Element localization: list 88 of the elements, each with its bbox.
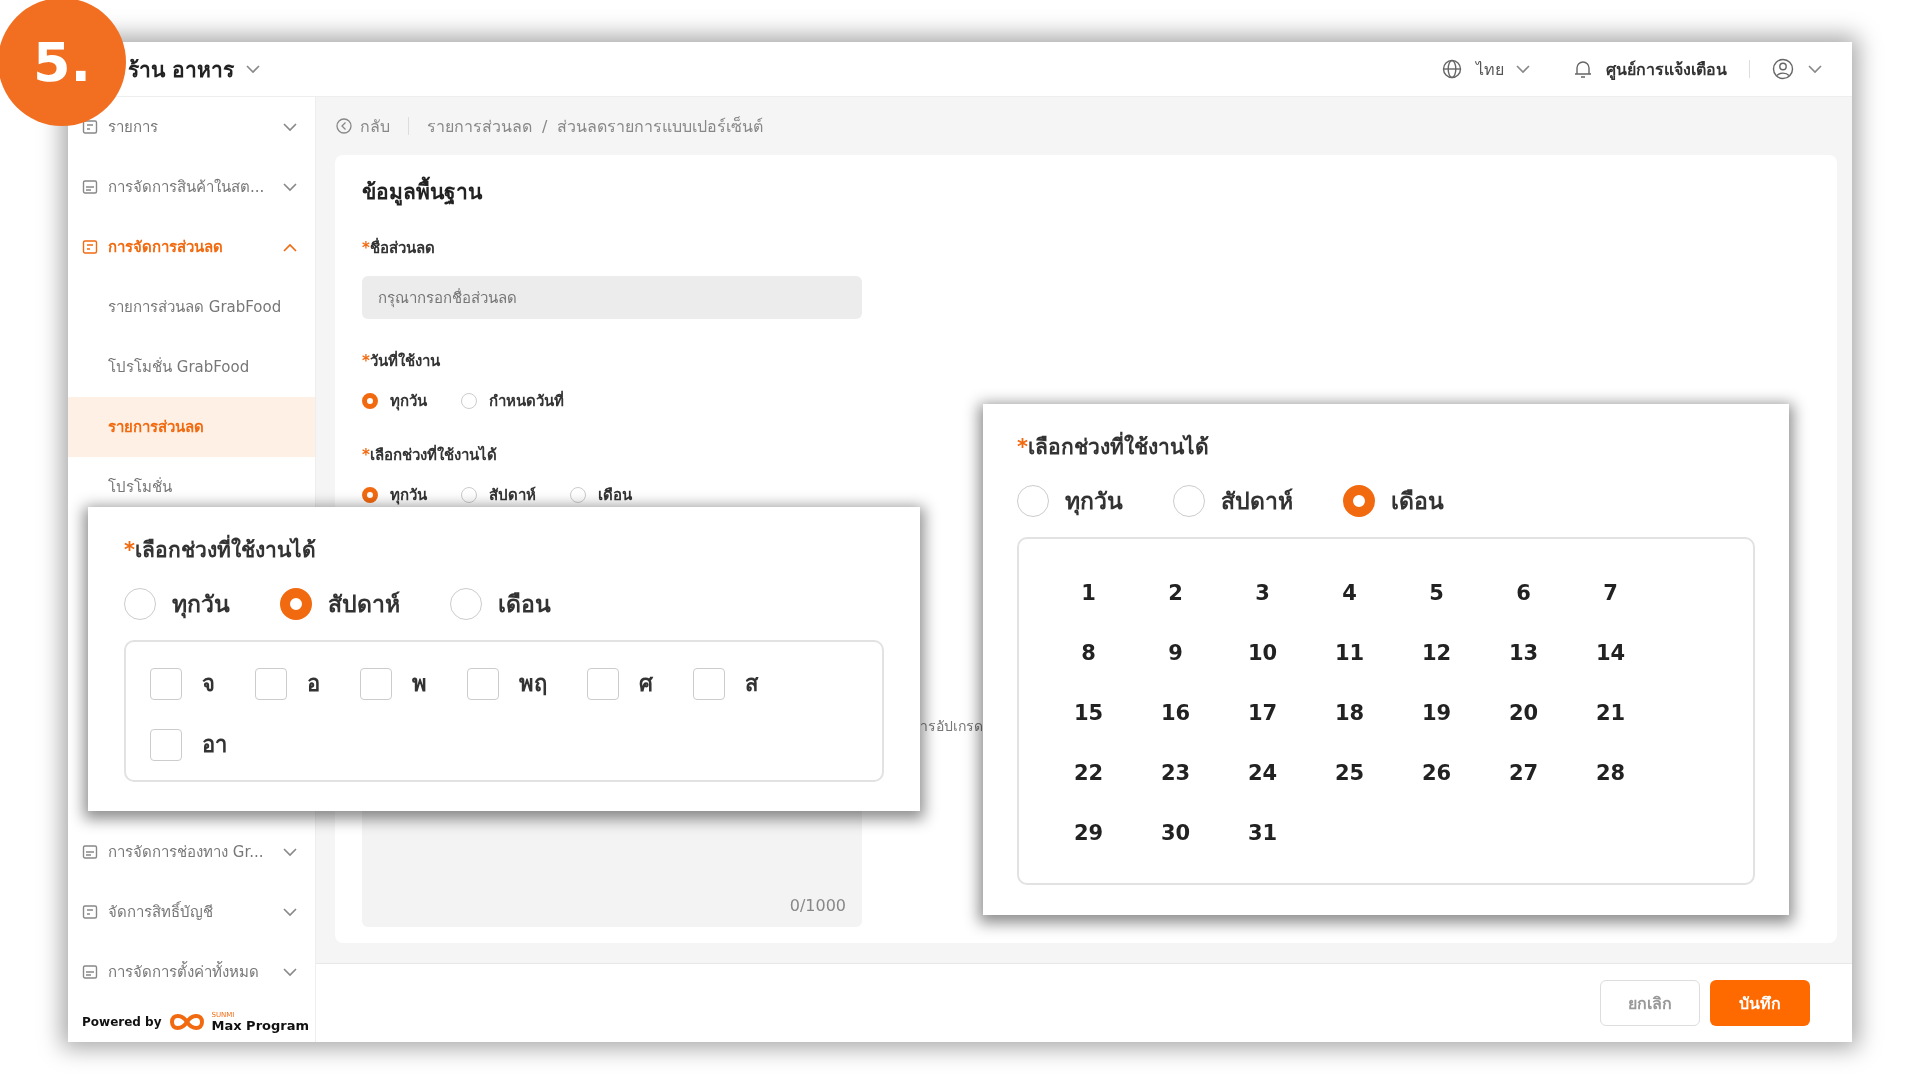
radio-option[interactable]: สัปดาห์ <box>280 586 400 622</box>
date-option[interactable]: 22 <box>1073 761 1104 785</box>
radio-option[interactable]: เดือน <box>570 483 632 507</box>
weekday-checkbox[interactable]: อ <box>255 666 320 701</box>
date-option[interactable]: 28 <box>1595 761 1626 785</box>
logo-icon <box>167 1012 206 1032</box>
powered-by-text: Powered by <box>82 1015 162 1029</box>
store-selector[interactable]: ร้าน อาหาร <box>128 52 261 86</box>
menu-item-icon <box>82 239 98 255</box>
back-icon <box>336 118 352 134</box>
sidebar-subitem[interactable]: รายการส่วนลด GrabFood <box>68 277 315 337</box>
menu-item-icon <box>82 119 98 135</box>
date-option[interactable]: 24 <box>1247 761 1278 785</box>
notification-center-link[interactable]: ศูนย์การแจ้งเตือน <box>1606 56 1727 82</box>
menu-item-icon <box>82 179 98 195</box>
sidebar-item[interactable]: การจัดการตั้งค่าทั้งหมด <box>68 942 315 1002</box>
date-option[interactable]: 16 <box>1160 701 1191 725</box>
radio-option[interactable]: ทุกวัน <box>124 586 230 622</box>
chevron-down-icon <box>283 847 297 857</box>
date-option[interactable]: 6 <box>1516 581 1531 605</box>
field-label: *เลือกช่วงที่ใช้งานได้ <box>124 533 884 566</box>
hint-text: ารอัปเกรด <box>920 717 983 736</box>
date-option[interactable]: 1 <box>1081 581 1096 605</box>
date-option[interactable]: 20 <box>1508 701 1539 725</box>
date-option[interactable]: 2 <box>1168 581 1183 605</box>
date-option[interactable]: 25 <box>1334 761 1365 785</box>
date-option[interactable]: 11 <box>1334 641 1365 665</box>
chevron-up-icon <box>283 242 297 252</box>
section-title: ข้อมูลพื้นฐาน <box>362 175 1810 208</box>
date-option[interactable]: 13 <box>1508 641 1539 665</box>
date-option[interactable]: 19 <box>1421 701 1452 725</box>
user-icon[interactable] <box>1772 58 1794 80</box>
date-option[interactable]: 7 <box>1603 581 1618 605</box>
bell-icon[interactable] <box>1574 59 1592 79</box>
radio-option[interactable]: เดือน <box>1343 483 1444 519</box>
weekday-checkbox[interactable]: อา <box>150 727 227 762</box>
character-counter: 0/1000 <box>789 896 846 915</box>
date-option[interactable]: 27 <box>1508 761 1539 785</box>
sidebar-item[interactable]: จัดการสิทธิ์บัญชี <box>68 882 315 942</box>
chevron-down-icon <box>283 182 297 192</box>
date-option[interactable]: 9 <box>1168 641 1183 665</box>
radio-option[interactable]: สัปดาห์ <box>461 483 536 507</box>
date-option[interactable]: 30 <box>1160 821 1191 845</box>
menu-item-icon <box>82 904 98 920</box>
date-option[interactable]: 4 <box>1342 581 1357 605</box>
date-option[interactable]: 5 <box>1429 581 1444 605</box>
globe-icon[interactable] <box>1442 59 1462 79</box>
date-option[interactable]: 12 <box>1421 641 1452 665</box>
date-option[interactable]: 15 <box>1073 701 1104 725</box>
weekday-checkbox[interactable]: ศ <box>587 666 653 701</box>
discount-name-field[interactable]: กรุณากรอกชื่อส่วนลด <box>362 276 862 319</box>
menu-item-icon <box>82 964 98 980</box>
menu-item-icon <box>82 844 98 860</box>
field-label: *เลือกช่วงที่ใช้งานได้ <box>1017 430 1755 463</box>
date-option[interactable]: 10 <box>1247 641 1278 665</box>
chevron-down-icon <box>283 122 297 132</box>
date-option[interactable]: 26 <box>1421 761 1452 785</box>
sidebar-item[interactable]: การจัดการสินค้าในสต... <box>68 157 315 217</box>
weekday-checkbox[interactable]: จ <box>150 666 215 701</box>
sidebar-subitem[interactable]: โปรโมชั่น GrabFood <box>68 337 315 397</box>
chevron-down-icon <box>283 967 297 977</box>
sidebar-item[interactable]: การจัดการช่องทาง Gr... <box>68 822 315 882</box>
radio-option[interactable]: เดือน <box>450 586 551 622</box>
date-option[interactable]: 18 <box>1334 701 1365 725</box>
date-option[interactable]: 21 <box>1595 701 1626 725</box>
field-label: *วันที่ใช้งาน <box>362 349 441 372</box>
weekday-checkbox[interactable]: ส <box>693 666 758 701</box>
radio-option[interactable]: สัปดาห์ <box>1173 483 1293 519</box>
logo-text: Max Program <box>211 1019 310 1032</box>
radio-option[interactable]: ทุกวัน <box>1017 483 1123 519</box>
radio-option[interactable]: กำหนดวันที่ <box>461 389 564 413</box>
date-option[interactable]: 8 <box>1081 641 1096 665</box>
date-option[interactable]: 23 <box>1160 761 1191 785</box>
radio-option[interactable]: ทุกวัน <box>362 389 427 413</box>
date-option[interactable]: 17 <box>1247 701 1278 725</box>
language-selector[interactable]: ไทย <box>1476 56 1530 82</box>
date-option[interactable]: 14 <box>1595 641 1626 665</box>
weekday-checkbox[interactable]: พ <box>360 666 427 701</box>
field-label: *ชื่อส่วนลด <box>362 236 436 259</box>
breadcrumb-separator: / <box>542 116 548 136</box>
date-option[interactable]: 3 <box>1255 581 1270 605</box>
date-option[interactable]: 31 <box>1247 821 1278 845</box>
weekday-checkbox[interactable]: พฤ <box>467 666 547 701</box>
chevron-down-icon <box>283 907 297 917</box>
chevron-down-icon <box>246 64 261 74</box>
chevron-down-icon <box>1808 64 1822 74</box>
chevron-down-icon <box>1516 64 1530 74</box>
date-option[interactable]: 29 <box>1073 821 1104 845</box>
